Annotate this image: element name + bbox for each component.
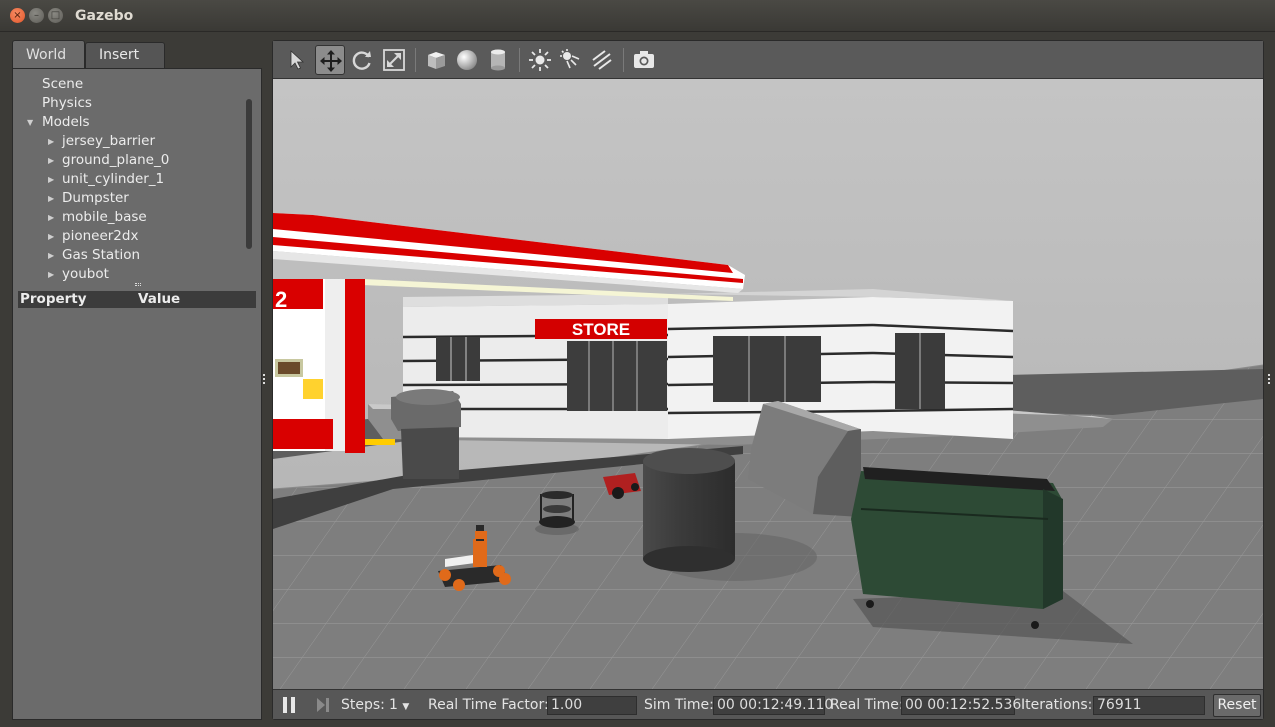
expand-right-icon[interactable]: ▶ (48, 227, 54, 246)
model-label: ground_plane_0 (62, 152, 170, 168)
left-panel: Insert World Scene Physics ▼ Models ▶ jer… (12, 40, 262, 720)
world-panel: Scene Physics ▼ Models ▶ jersey_barrier ▶… (12, 68, 262, 720)
toolbar-separator (623, 48, 624, 72)
tree-scrollbar[interactable] (246, 99, 252, 249)
toolbar-separator (415, 48, 416, 72)
expand-right-icon[interactable]: ▶ (48, 170, 54, 189)
tree-item-models[interactable]: ▼ Models (13, 113, 249, 132)
screenshot-icon[interactable] (629, 45, 659, 75)
property-column-header[interactable]: Property (20, 291, 87, 308)
status-bar: Steps: 1 ▼ Real Time Factor: 1.00 Sim Ti… (273, 689, 1263, 719)
real-time-factor-label: Real Time Factor: (428, 697, 549, 713)
steps-label: Steps: (341, 697, 385, 713)
pause-icon[interactable] (281, 696, 297, 714)
real-time-label: Real Time: (830, 697, 904, 713)
splitter-handle[interactable] (135, 283, 141, 286)
tree-item-model[interactable]: ▶ mobile_base (13, 208, 249, 227)
select-arrow-icon[interactable] (283, 45, 313, 75)
left-panel-resize-handle[interactable] (263, 374, 267, 384)
right-panel-resize-handle[interactable] (1268, 374, 1272, 384)
iterations-label: Iterations: (1021, 697, 1093, 713)
sphere-icon[interactable] (452, 45, 482, 75)
tab-insert[interactable]: Insert (85, 42, 165, 69)
maximize-button[interactable]: □ (48, 8, 63, 23)
rotate-icon[interactable] (347, 45, 377, 75)
tree-item-models-label: Models (42, 114, 90, 130)
model-label: youbot (62, 266, 109, 282)
expand-right-icon[interactable]: ▶ (48, 151, 54, 170)
box-icon[interactable] (421, 45, 451, 75)
minimize-button[interactable]: – (29, 8, 44, 23)
model-label: unit_cylinder_1 (62, 171, 165, 187)
step-icon[interactable] (315, 696, 331, 714)
mobile-base-model (535, 491, 579, 535)
tree-item-model[interactable]: ▶ Dumpster (13, 189, 249, 208)
store-sign-text: STORE (572, 320, 630, 339)
window-title: Gazebo (75, 8, 134, 24)
spot-light-icon[interactable] (556, 45, 586, 75)
reset-button[interactable]: Reset (1213, 694, 1261, 717)
steps-value[interactable]: 1 (389, 697, 398, 713)
tree-item-model[interactable]: ▶ unit_cylinder_1 (13, 170, 249, 189)
expand-down-icon[interactable]: ▼ (27, 113, 33, 132)
cylinder-icon[interactable] (483, 45, 513, 75)
tree-item-model[interactable]: ▶ ground_plane_0 (13, 151, 249, 170)
tree-item-physics[interactable]: Physics (13, 94, 249, 113)
real-time-factor-field: 1.00 (547, 696, 637, 715)
steps-spinbox[interactable]: 1 ▼ (389, 697, 409, 713)
pump-number: 2 (275, 287, 287, 312)
model-label: Gas Station (62, 247, 141, 263)
toolbar-separator (519, 48, 520, 72)
expand-right-icon[interactable]: ▶ (48, 132, 54, 151)
scale-icon[interactable] (379, 45, 409, 75)
tree-item-model[interactable]: ▶ Gas Station (13, 246, 249, 265)
expand-right-icon[interactable]: ▶ (48, 265, 54, 284)
value-column-header[interactable]: Value (138, 291, 180, 308)
world-tree: Scene Physics ▼ Models ▶ jersey_barrier ▶… (13, 75, 249, 284)
real-time-field: 00 00:12:52.536 (901, 696, 1021, 715)
model-label: mobile_base (62, 209, 147, 225)
sim-time-field: 00 00:12:49.110 (713, 696, 833, 715)
model-label: pioneer2dx (62, 228, 139, 244)
expand-right-icon[interactable]: ▶ (48, 246, 54, 265)
tree-item-model[interactable]: ▶ pioneer2dx (13, 227, 249, 246)
expand-right-icon[interactable]: ▶ (48, 208, 54, 227)
tab-world[interactable]: World (12, 40, 85, 70)
model-label: Dumpster (62, 190, 129, 206)
3d-viewport[interactable]: STORE 2 (273, 79, 1263, 689)
point-light-icon[interactable] (525, 45, 555, 75)
render-panel: STORE 2 Steps: 1 ▼ Real Time Factor: 1.0… (272, 40, 1264, 720)
tree-item-scene[interactable]: Scene (13, 75, 249, 94)
chevron-down-icon[interactable]: ▼ (402, 702, 409, 712)
translate-icon[interactable] (315, 45, 345, 75)
expand-right-icon[interactable]: ▶ (48, 189, 54, 208)
scene-render[interactable]: STORE 2 (273, 79, 1263, 689)
iterations-field: 76911 (1093, 696, 1205, 715)
property-table-header: Property Value (18, 291, 256, 308)
directional-light-icon[interactable] (587, 45, 617, 75)
sim-time-label: Sim Time: (644, 697, 714, 713)
toolbar (273, 41, 1263, 79)
store-building: STORE (402, 289, 1014, 439)
title-bar: × – □ Gazebo (0, 0, 1275, 32)
model-label: jersey_barrier (62, 133, 155, 149)
tree-item-model[interactable]: ▶ jersey_barrier (13, 132, 249, 151)
tree-item-model[interactable]: ▶ youbot (13, 265, 249, 284)
close-button[interactable]: × (10, 8, 25, 23)
